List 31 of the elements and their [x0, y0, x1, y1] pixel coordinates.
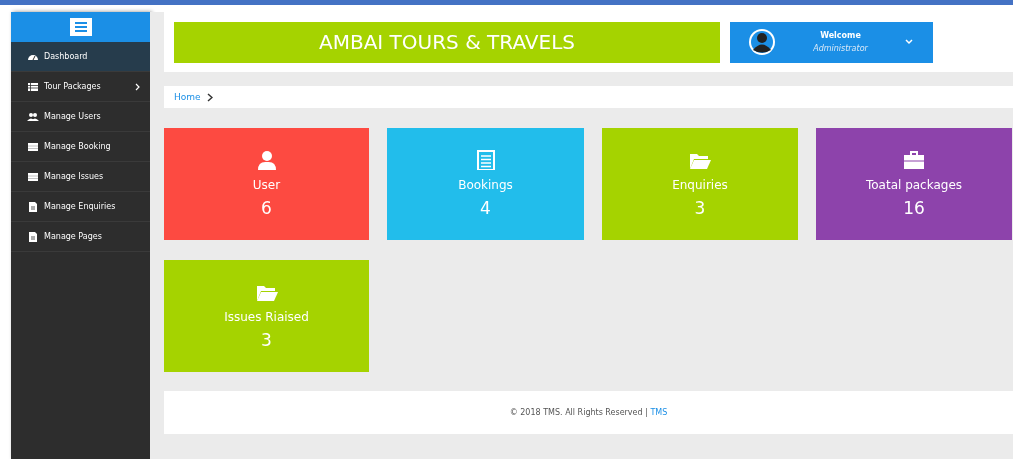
- stat-value: 4: [480, 198, 491, 218]
- copyright-text: © 2018 TMS. All Rights Reserved | TMS: [509, 408, 668, 417]
- site-title: AMBAI TOURS & TRAVELS: [174, 21, 720, 63]
- chevron-down-icon: [905, 39, 913, 45]
- menu-icon: [74, 22, 87, 32]
- list-icon: [474, 150, 497, 170]
- menu-button[interactable]: [69, 18, 92, 36]
- stat-value: 3: [694, 198, 706, 218]
- table-icon: [27, 170, 39, 183]
- stat-label: User: [252, 178, 281, 192]
- briefcase-icon: [903, 150, 925, 170]
- sidebar-item[interactable]: Dashboard: [11, 42, 150, 72]
- document-icon: [27, 230, 39, 243]
- stat-label: Toatal packages: [865, 178, 963, 192]
- chevron-right-icon: [206, 92, 213, 102]
- avatar-icon: [748, 28, 776, 56]
- list-icon: [27, 80, 39, 93]
- user-role: Administrator: [813, 44, 868, 53]
- footer-link[interactable]: TMS: [650, 408, 668, 417]
- users-icon: [27, 110, 39, 123]
- stat-value: 16: [903, 198, 925, 218]
- stat-label: Enquiries: [672, 178, 728, 192]
- stat-label: Issues Riaised: [224, 310, 309, 324]
- table-icon: [27, 140, 39, 153]
- stat-value: 3: [261, 330, 272, 350]
- welcome-text: Welcome: [820, 31, 861, 40]
- stat-label: Bookings: [458, 178, 513, 192]
- user-icon: [255, 150, 278, 170]
- stat-value: 6: [261, 198, 272, 218]
- document-icon: [27, 200, 39, 213]
- breadcrumb-link[interactable]: Home: [174, 92, 201, 102]
